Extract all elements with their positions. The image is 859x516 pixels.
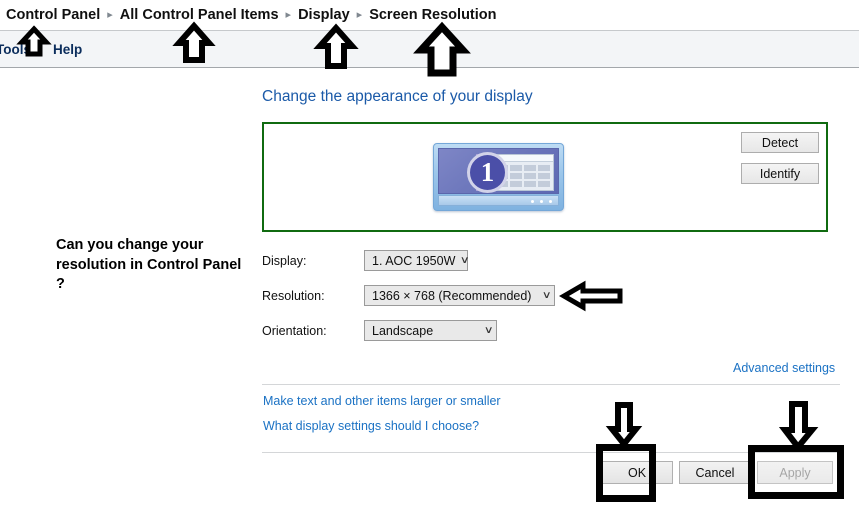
detect-button[interactable]: Detect — [741, 132, 819, 153]
resolution-label: Resolution: — [262, 289, 325, 303]
breadcrumb: Control Panel ▸ All Control Panel Items … — [0, 0, 859, 31]
display-label: Display: — [262, 254, 307, 268]
chevron-down-icon: ∨ — [483, 325, 494, 336]
annotation-highlight-box-ok — [596, 444, 656, 502]
annotation-arrow-left-resolution — [559, 280, 623, 312]
orientation-select[interactable]: Landscape ∨ — [364, 320, 497, 341]
resolution-select[interactable]: 1366 × 768 (Recommended) ∨ — [364, 285, 555, 306]
display-select[interactable]: 1. AOC 1950W ∨ — [364, 250, 470, 271]
monitor-base — [438, 195, 559, 206]
annotation-question-text: Can you change your resolution in Contro… — [56, 237, 242, 293]
what-display-settings-link[interactable]: What display settings should I choose? — [263, 419, 479, 433]
annotation-arrow-down-apply — [778, 401, 819, 452]
divider — [262, 384, 840, 385]
breadcrumb-separator-icon: ▸ — [285, 8, 292, 21]
chevron-down-icon: ∨ — [460, 255, 470, 266]
menu-item-tools[interactable]: Tools — [0, 42, 31, 57]
resolution-select-value: 1366 × 768 (Recommended) — [372, 288, 532, 303]
orientation-label: Orientation: — [262, 324, 327, 338]
breadcrumb-separator-icon: ▸ — [107, 8, 113, 21]
breadcrumb-item-display[interactable]: Display — [298, 7, 350, 23]
make-text-larger-link[interactable]: Make text and other items larger or smal… — [263, 394, 501, 408]
orientation-select-value: Landscape — [372, 323, 434, 338]
annotation-arrow-down-ok — [605, 402, 643, 449]
annotation-highlight-box-apply — [748, 445, 844, 499]
advanced-settings-link[interactable]: Advanced settings — [733, 361, 835, 375]
breadcrumb-separator-icon: ▸ — [356, 8, 363, 21]
breadcrumb-item-control-panel[interactable]: Control Panel — [6, 7, 100, 23]
breadcrumb-item-screen-resolution[interactable]: Screen Resolution — [369, 7, 496, 23]
display-select-value: 1. AOC 1950W — [372, 253, 456, 268]
monitor-preview-icon[interactable]: 1 — [433, 143, 564, 211]
chevron-down-icon: ∨ — [541, 290, 552, 301]
breadcrumb-item-all-control-panel-items[interactable]: All Control Panel Items — [120, 7, 279, 23]
menu-item-help[interactable]: Help — [53, 42, 82, 57]
cancel-button[interactable]: Cancel — [679, 461, 751, 484]
menu-bar: Tools Help — [0, 31, 859, 68]
identify-button[interactable]: Identify — [741, 163, 819, 184]
monitor-number-badge: 1 — [467, 152, 508, 193]
monitor-screen: 1 — [438, 148, 559, 194]
page-title: Change the appearance of your display — [262, 88, 533, 105]
